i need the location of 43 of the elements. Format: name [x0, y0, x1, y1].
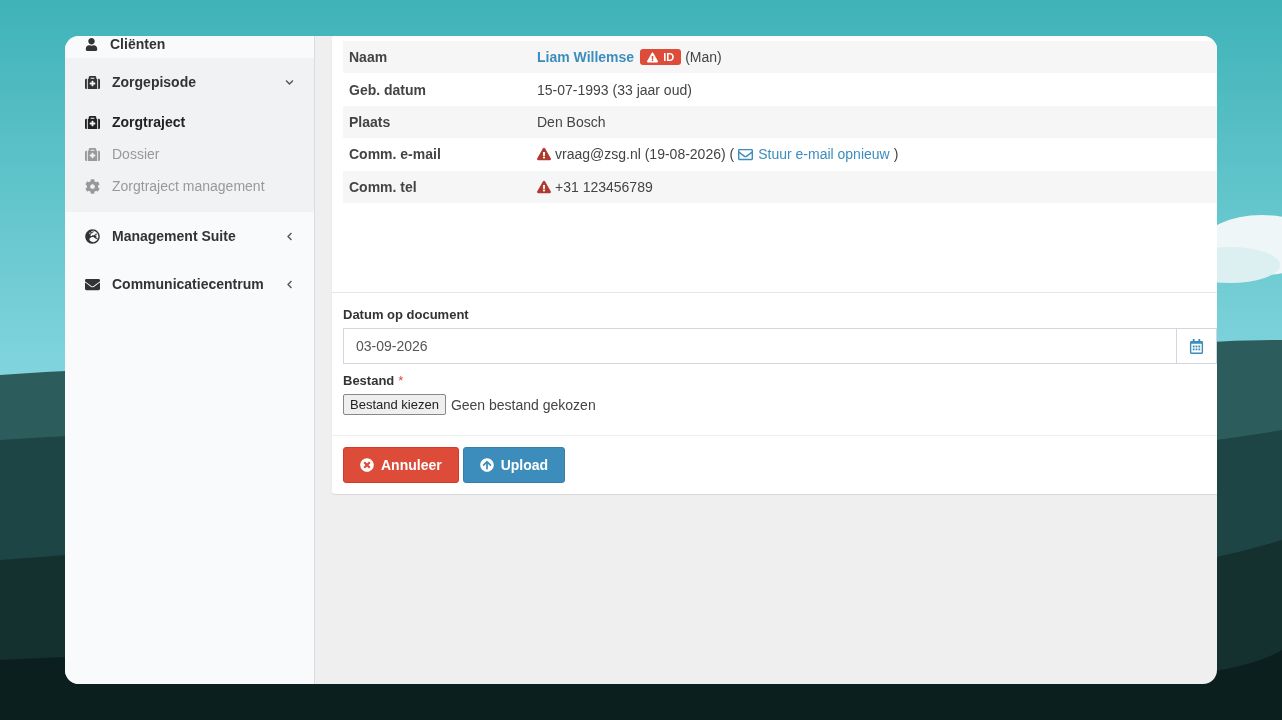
caret-icon	[285, 279, 294, 289]
field-value: vraag@zsg.nl (19-08-2026) (	[555, 146, 735, 163]
id-badge: ID	[640, 49, 682, 66]
date-field[interactable]: 03-09-2026	[343, 328, 1177, 364]
sidebar-group[interactable]: Communicatiecentrum	[65, 260, 314, 308]
sidebar-group[interactable]: Management Suite	[65, 212, 314, 260]
sidebar-subitem[interactable]: Zorgtraject	[65, 106, 314, 138]
gear-icon	[85, 178, 100, 194]
field-label: Naam	[348, 49, 389, 66]
cancel-button[interactable]: Annuleer	[343, 447, 459, 483]
caret-icon	[285, 77, 294, 87]
field-value: +31 123456789	[555, 178, 653, 195]
user-icon	[85, 37, 98, 51]
sidebar-group[interactable]: Zorgepisode	[65, 58, 314, 106]
choose-file-button[interactable]: Bestand kiezen	[343, 394, 446, 415]
sidebar-item[interactable]: Cliënten	[65, 36, 314, 58]
resend-email-link[interactable]: Stuur e-mail opnieuw	[738, 146, 890, 163]
medkit-icon	[85, 114, 100, 130]
field-label: Bestand	[343, 373, 395, 388]
upload-icon	[479, 458, 494, 472]
medkit-icon	[85, 146, 100, 162]
envelope-icon	[738, 146, 754, 162]
field-label: Comm. tel	[348, 178, 418, 195]
warning-icon	[537, 179, 551, 194]
medkit-icon	[85, 74, 100, 90]
field-value: 15-07-1993 (33 jaar oud)	[537, 81, 692, 98]
globe-icon	[85, 228, 100, 244]
envelope-icon	[85, 276, 100, 292]
field-label: Plaats	[348, 113, 392, 130]
upload-button[interactable]: Upload	[462, 447, 566, 483]
calendar-icon	[1189, 338, 1204, 354]
field-label: Datum op document	[343, 307, 469, 322]
caret-icon	[285, 231, 294, 241]
warning-icon	[537, 147, 551, 162]
field-label: Comm. e-mail	[348, 146, 442, 163]
field-value: (Man)	[685, 49, 722, 66]
field-value: Den Bosch	[537, 113, 606, 130]
file-status: Geen bestand gekozen	[450, 396, 596, 413]
required-mark: *	[398, 373, 404, 388]
field-label: Geb. datum	[348, 81, 427, 98]
field-value: )	[893, 146, 899, 163]
close-icon	[360, 458, 374, 472]
calendar-button[interactable]	[1177, 328, 1217, 364]
